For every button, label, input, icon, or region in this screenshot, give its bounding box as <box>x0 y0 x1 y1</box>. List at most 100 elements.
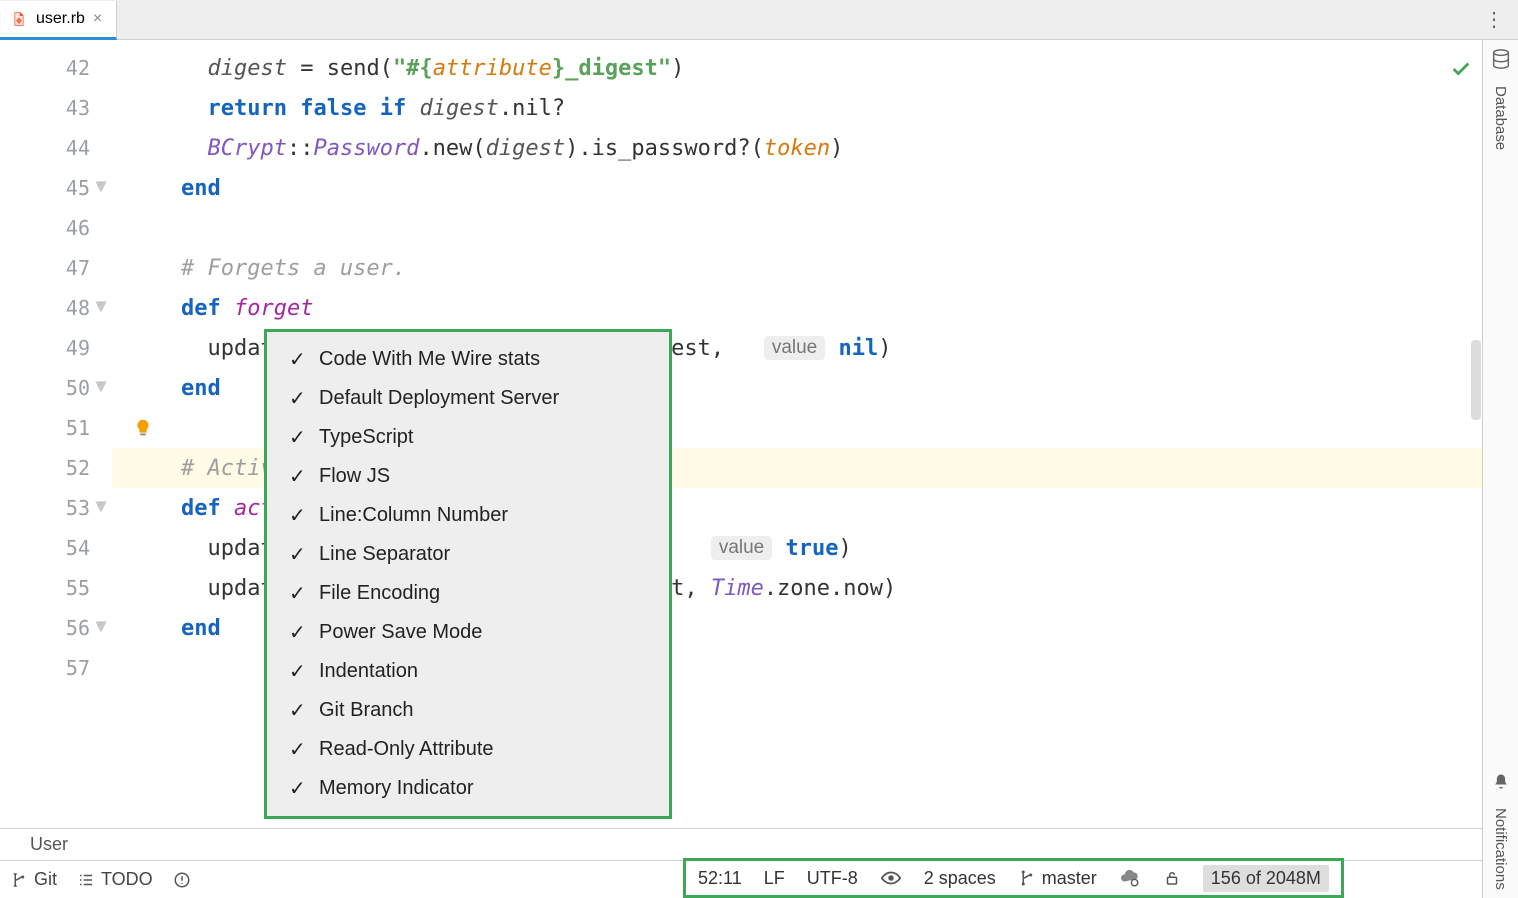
code-line[interactable]: end <box>112 168 1482 208</box>
statusbar-context-menu: ✓ Code With Me Wire stats ✓ Default Deploym… <box>264 329 672 819</box>
code-line[interactable]: digest = send("#{attribute}_digest") <box>112 48 1482 88</box>
fold-icon[interactable] <box>94 300 108 314</box>
code-line[interactable]: return false if digest.nil? <box>112 88 1482 128</box>
code-editor[interactable]: 42434445464748495051525354555657 digest … <box>0 40 1482 828</box>
tab-options-icon[interactable]: ⋮ <box>1470 7 1518 32</box>
menu-item-label: Default Deployment Server <box>319 387 559 410</box>
menu-item-label: TypeScript <box>319 426 413 449</box>
branch-icon <box>1018 869 1036 887</box>
check-icon: ✓ <box>289 464 305 489</box>
breadcrumb[interactable]: User <box>0 828 1482 860</box>
menu-item[interactable]: ✓ Read-Only Attribute <box>267 730 669 769</box>
menu-item-label: Memory Indicator <box>319 777 474 800</box>
check-icon: ✓ <box>289 386 305 411</box>
code-line[interactable]: # Forgets a user. <box>112 248 1482 288</box>
branch-icon <box>10 871 28 889</box>
status-indent[interactable]: 2 spaces <box>924 868 996 889</box>
line-number: 48 <box>0 288 112 328</box>
fold-icon[interactable] <box>94 380 108 394</box>
lock-open-icon <box>1163 869 1181 887</box>
check-icon: ✓ <box>289 698 305 723</box>
menu-item[interactable]: ✓ File Encoding <box>267 574 669 613</box>
editor-tabbar: user.rb × ⋮ <box>0 0 1518 40</box>
menu-item-label: Git Branch <box>319 699 413 722</box>
eye-icon <box>880 867 902 889</box>
check-icon: ✓ <box>289 620 305 645</box>
check-icon: ✓ <box>289 737 305 762</box>
tool-window-git[interactable]: Git <box>10 869 57 890</box>
menu-item-label: File Encoding <box>319 582 440 605</box>
menu-item[interactable]: ✓ TypeScript <box>267 418 669 457</box>
status-memory[interactable]: 156 of 2048M <box>1203 865 1329 892</box>
line-number: 44 <box>0 128 112 168</box>
tool-window-todo[interactable]: TODO <box>77 869 153 890</box>
cloud-gear-icon <box>1119 867 1141 889</box>
line-number: 49 <box>0 328 112 368</box>
menu-item[interactable]: ✓ Git Branch <box>267 691 669 730</box>
menu-item-label: Flow JS <box>319 465 390 488</box>
check-icon: ✓ <box>289 347 305 372</box>
tool-window-problems[interactable] <box>173 871 191 889</box>
line-number: 51 <box>0 408 112 448</box>
code-line[interactable]: BCrypt::Password.new(digest).is_password… <box>112 128 1482 168</box>
menu-item[interactable]: ✓ Line:Column Number <box>267 496 669 535</box>
menu-item[interactable]: ✓Line Separator <box>267 535 669 574</box>
menu-item[interactable]: ✓ Code With Me Wire stats <box>267 340 669 379</box>
problems-icon <box>173 871 191 889</box>
check-icon: ✓ <box>289 581 305 606</box>
param-hint: value <box>711 536 772 560</box>
fold-icon[interactable] <box>94 500 108 514</box>
menu-item[interactable]: ✓ Power Save Mode <box>267 613 669 652</box>
status-encoding[interactable]: UTF-8 <box>807 868 858 889</box>
status-bar: 52:11 LF UTF-8 2 spaces master 156 of 20… <box>683 858 1344 898</box>
menu-item-label: Power Save Mode <box>319 621 482 644</box>
line-number: 56 <box>0 608 112 648</box>
database-icon[interactable] <box>1490 48 1512 70</box>
check-icon: ✓ <box>289 776 305 801</box>
status-deployment[interactable] <box>1119 867 1141 889</box>
line-number-gutter: 42434445464748495051525354555657 <box>0 40 112 828</box>
inspection-ok-icon <box>1450 58 1472 80</box>
line-number: 53 <box>0 488 112 528</box>
status-line-column[interactable]: 52:11 <box>698 868 742 889</box>
status-readonly[interactable] <box>1163 869 1181 887</box>
menu-item-label: Code With Me Wire stats <box>319 348 540 371</box>
menu-item-label: Read-Only Attribute <box>319 738 494 761</box>
menu-item[interactable]: ✓ Indentation <box>267 652 669 691</box>
check-icon: ✓ <box>289 659 305 684</box>
fold-icon[interactable] <box>94 180 108 194</box>
notifications-tool-label[interactable]: Notifications <box>1492 808 1509 890</box>
line-number: 57 <box>0 648 112 688</box>
code-line[interactable]: def forget <box>112 288 1482 328</box>
database-tool-label[interactable]: Database <box>1492 86 1509 150</box>
close-icon[interactable]: × <box>93 10 102 28</box>
editor-tab-label: user.rb <box>36 10 85 28</box>
line-number: 52 <box>0 448 112 488</box>
line-number: 46 <box>0 208 112 248</box>
menu-item-label: Line:Column Number <box>319 504 508 527</box>
editor-tab-user-rb[interactable]: user.rb × <box>0 1 117 40</box>
code-line[interactable] <box>112 208 1482 248</box>
param-hint: value <box>764 336 825 360</box>
menu-item[interactable]: ✓ Flow JS <box>267 457 669 496</box>
bell-icon[interactable] <box>1491 772 1511 792</box>
status-line-separator[interactable]: LF <box>764 868 785 889</box>
menu-item[interactable]: ✓ Default Deployment Server <box>267 379 669 418</box>
status-reader-mode[interactable] <box>880 867 902 889</box>
menu-item[interactable]: ✓ Memory Indicator <box>267 769 669 808</box>
right-tool-rail: Database Notifications <box>1482 40 1518 898</box>
intention-bulb-icon[interactable] <box>132 417 154 439</box>
status-git-branch[interactable]: master <box>1018 868 1097 889</box>
line-number: 42 <box>0 48 112 88</box>
line-number: 55 <box>0 568 112 608</box>
menu-item-label: Indentation <box>319 660 418 683</box>
line-number: 43 <box>0 88 112 128</box>
line-number: 50 <box>0 368 112 408</box>
list-icon <box>77 871 95 889</box>
fold-icon[interactable] <box>94 620 108 634</box>
line-number: 45 <box>0 168 112 208</box>
line-number: 54 <box>0 528 112 568</box>
check-icon: ✓ <box>289 425 305 450</box>
menu-item-label: Line Separator <box>319 543 450 566</box>
check-icon: ✓ <box>289 503 305 528</box>
